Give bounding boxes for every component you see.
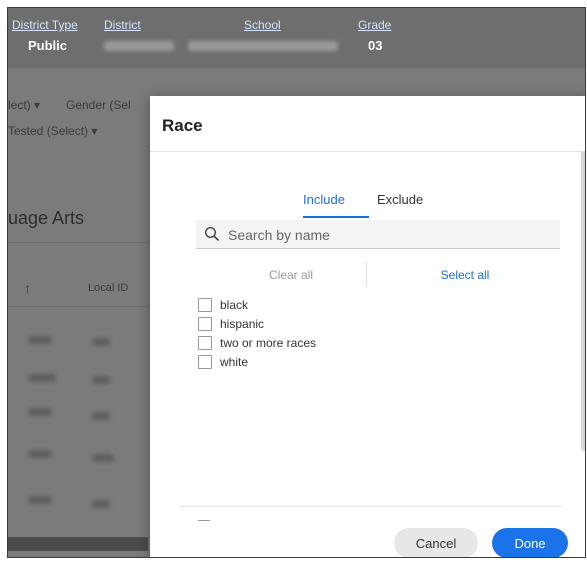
school-value-redacted	[188, 41, 338, 51]
sort-arrow-icon[interactable]: ↑	[24, 280, 31, 296]
tab-include[interactable]: Include	[303, 192, 345, 207]
grade-link[interactable]: Grade	[358, 18, 391, 32]
option-two-or-more-races[interactable]: two or more races	[198, 333, 316, 352]
table-cell	[92, 338, 110, 346]
filter-header: District Type District School Grade Publ…	[8, 8, 585, 68]
race-options-list: black hispanic two or more races white	[198, 295, 316, 371]
clear-all-button[interactable]: Clear all	[216, 268, 366, 282]
window-frame: District Type District School Grade Publ…	[7, 7, 586, 558]
tested-filter[interactable]: Tested (Select) ▾	[8, 124, 97, 138]
option-black[interactable]: black	[198, 295, 316, 314]
local-id-header[interactable]: Local ID	[88, 282, 128, 294]
modal-title: Race	[162, 116, 203, 135]
table-row	[28, 450, 52, 458]
horizontal-scrollbar[interactable]	[8, 537, 148, 551]
footer-divider	[180, 506, 562, 507]
search-icon	[204, 226, 219, 241]
table-row	[28, 496, 52, 504]
school-link[interactable]: School	[244, 18, 281, 32]
table-row	[28, 408, 52, 416]
table-cell	[92, 376, 110, 384]
option-label: two or more races	[220, 335, 317, 350]
search-box	[196, 220, 560, 249]
filter-select-1[interactable]: lect) ▾	[8, 98, 40, 112]
tab-exclude[interactable]: Exclude	[377, 192, 423, 207]
checkbox[interactable]	[198, 297, 212, 312]
option-hispanic[interactable]: hispanic	[198, 314, 316, 333]
search-input[interactable]	[226, 224, 550, 246]
modal-scrollbar[interactable]	[581, 151, 585, 451]
modal-header: Race	[150, 96, 585, 152]
select-all-button[interactable]: Select all	[390, 268, 540, 282]
district-type-value: Public	[28, 38, 68, 53]
checkbox[interactable]	[198, 316, 212, 331]
table-row	[28, 336, 52, 344]
district-link[interactable]: District	[104, 18, 141, 32]
footer-dash	[198, 520, 210, 521]
option-label: white	[220, 354, 249, 369]
done-button[interactable]: Done	[492, 528, 568, 557]
checkbox[interactable]	[198, 335, 212, 350]
table-cell	[92, 500, 110, 508]
option-white[interactable]: white	[198, 352, 316, 371]
action-divider	[366, 262, 367, 286]
district-type-link[interactable]: District Type	[12, 18, 78, 32]
table-cell	[92, 454, 114, 462]
cancel-button[interactable]: Cancel	[394, 528, 478, 557]
district-value-redacted	[104, 41, 174, 51]
grade-value: 03	[368, 38, 383, 53]
option-label: black	[220, 297, 249, 312]
gender-filter[interactable]: Gender (Sel	[66, 98, 131, 112]
option-label: hispanic	[220, 316, 265, 331]
table-row	[28, 374, 56, 382]
table-cell	[92, 412, 110, 420]
race-filter-modal: Race Include Exclude Clear all Select al…	[150, 96, 585, 557]
active-tab-indicator	[303, 216, 369, 218]
checkbox[interactable]	[198, 354, 212, 369]
section-title: uage Arts	[8, 208, 85, 228]
